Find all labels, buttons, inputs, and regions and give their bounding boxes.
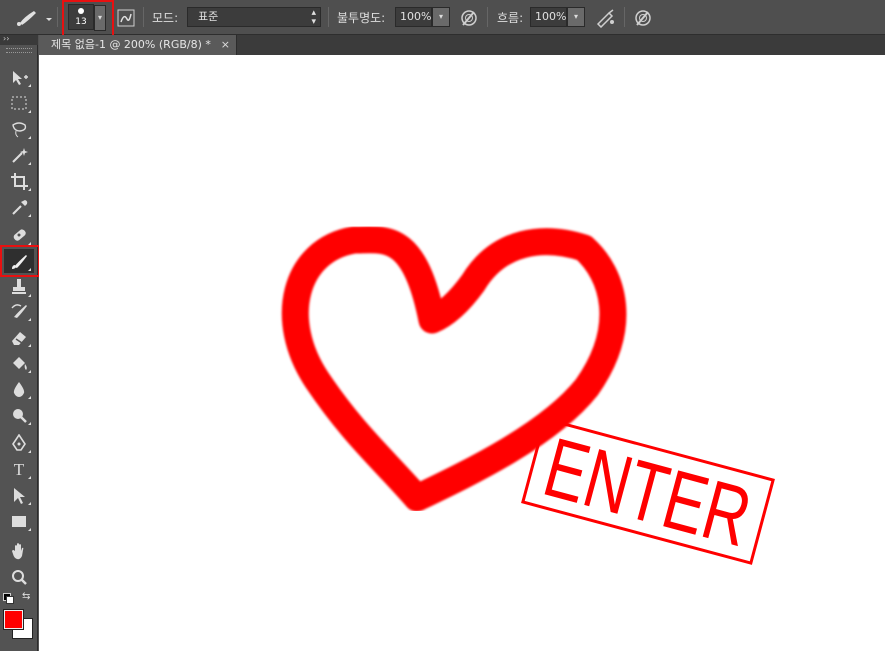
clone-stamp-tool[interactable] — [4, 275, 34, 299]
dodge-icon — [13, 409, 27, 423]
default-colors-icon[interactable] — [3, 593, 14, 604]
document-tab-strip: 제목 없음-1 @ 200% (RGB/8) * × — [39, 35, 885, 55]
lasso-tool[interactable] — [4, 117, 34, 141]
separator — [624, 7, 625, 27]
airbrush-icon — [596, 9, 614, 29]
foreground-color-swatch[interactable] — [4, 610, 23, 629]
flow-label: 흐름: — [497, 11, 524, 25]
eraser-tool[interactable] — [4, 325, 34, 349]
opacity-label: 불투명도: — [337, 11, 386, 25]
flow-input[interactable]: 100% — [530, 7, 567, 27]
svg-text:T: T — [14, 460, 25, 478]
move-icon — [13, 71, 28, 85]
blur-tool[interactable] — [4, 377, 34, 401]
tool-flyout-indicator — [28, 162, 31, 165]
move-tool[interactable] — [4, 65, 34, 89]
tool-flyout-indicator — [28, 294, 31, 297]
paint-bucket-tool[interactable] — [4, 351, 34, 375]
pen-icon — [12, 434, 26, 451]
tool-flyout-indicator — [28, 422, 31, 425]
eraser-icon — [12, 332, 26, 345]
pressure-size-icon — [635, 10, 651, 26]
tools-panel-header[interactable]: ›› — [0, 34, 38, 45]
collapse-icon[interactable]: ›› — [3, 34, 9, 43]
mode-select[interactable]: 표준 ▴ ▾ — [187, 7, 321, 27]
healing-brush-tool[interactable] — [4, 223, 34, 247]
rectangle-tool[interactable] — [4, 509, 34, 533]
opacity-input[interactable]: 100% — [395, 7, 432, 27]
flow-slider-button[interactable]: ▾ — [567, 7, 585, 27]
stamp-text: ENTER — [535, 420, 760, 565]
tool-flyout-indicator — [28, 476, 31, 479]
tool-flyout-indicator — [28, 396, 31, 399]
document-tab[interactable]: 제목 없음-1 @ 200% (RGB/8) * × — [39, 35, 237, 55]
zoom-tool[interactable] — [4, 565, 34, 589]
tool-flyout-indicator — [28, 502, 31, 505]
type-icon: T — [14, 460, 25, 478]
panel-grip[interactable] — [6, 48, 32, 53]
tool-flyout-indicator — [28, 214, 31, 217]
rectangle-icon — [12, 516, 26, 527]
tool-flyout-indicator — [28, 344, 31, 347]
zoom-icon — [12, 570, 27, 585]
blur-icon — [13, 382, 25, 397]
mode-value: 표준 — [198, 10, 219, 23]
tool-flyout-indicator — [28, 84, 31, 87]
select-arrows-icon: ▴ ▾ — [311, 8, 316, 27]
magic-wand-icon — [12, 148, 28, 163]
separator — [328, 7, 329, 27]
dodge-tool[interactable] — [4, 403, 34, 427]
healing-brush-icon — [13, 229, 26, 241]
magic-wand-tool[interactable] — [4, 143, 34, 167]
tools-panel: ›› T ⇆ — [0, 34, 40, 651]
history-brush-icon — [11, 304, 27, 318]
enter-stamp: ENTER — [521, 417, 775, 565]
pen-tool[interactable] — [4, 431, 34, 455]
document-tab-title: 제목 없음-1 @ 200% (RGB/8) * — [51, 38, 211, 51]
hand-icon — [12, 543, 24, 560]
crop-icon — [11, 173, 28, 190]
tool-flyout-indicator — [28, 110, 31, 113]
airbrush-button[interactable] — [595, 8, 617, 29]
marquee-tool[interactable] — [4, 91, 34, 115]
tool-flyout-indicator — [28, 318, 31, 321]
brush-preset-icon — [17, 11, 52, 26]
close-tab-icon[interactable]: × — [221, 35, 230, 55]
tool-flyout-indicator — [28, 188, 31, 191]
eyedropper-icon — [12, 200, 28, 215]
marquee-icon — [11, 96, 27, 110]
tool-flyout-indicator — [28, 370, 31, 373]
artwork: ENTER — [281, 226, 775, 565]
opacity-slider-button[interactable]: ▾ — [432, 7, 450, 27]
document-canvas[interactable]: ENTER — [39, 55, 885, 651]
mode-label: 모드: — [152, 11, 179, 25]
brush-tool-highlight — [0, 245, 40, 277]
tool-flyout-indicator — [28, 528, 31, 531]
tool-flyout-indicator — [28, 450, 31, 453]
tool-flyout-indicator — [28, 136, 31, 139]
pressure-opacity-button[interactable] — [459, 8, 479, 28]
brush-panel-button[interactable] — [117, 9, 135, 27]
pressure-opacity-icon — [461, 10, 477, 26]
eyedropper-tool[interactable] — [4, 195, 34, 219]
pressure-size-button[interactable] — [633, 8, 653, 28]
path-selection-icon — [14, 488, 25, 504]
separator — [487, 7, 488, 27]
separator — [57, 7, 58, 27]
paint-bucket-icon — [13, 357, 27, 370]
brush-panel-icon — [117, 9, 135, 27]
options-bar: 13 ▾ 모드: 표준 ▴ ▾ 불투명도: 100% ▾ 흐름: 100% ▾ — [0, 0, 885, 46]
swap-colors-icon[interactable]: ⇆ — [22, 591, 30, 602]
lasso-icon — [12, 122, 27, 138]
tool-preset-picker[interactable] — [12, 6, 54, 28]
crop-tool[interactable] — [4, 169, 34, 193]
hand-tool[interactable] — [4, 539, 34, 563]
history-brush-tool[interactable] — [4, 299, 34, 323]
path-selection-tool[interactable] — [4, 483, 34, 507]
clone-stamp-icon — [12, 279, 26, 294]
type-tool[interactable]: T — [4, 457, 34, 481]
separator — [143, 7, 144, 27]
